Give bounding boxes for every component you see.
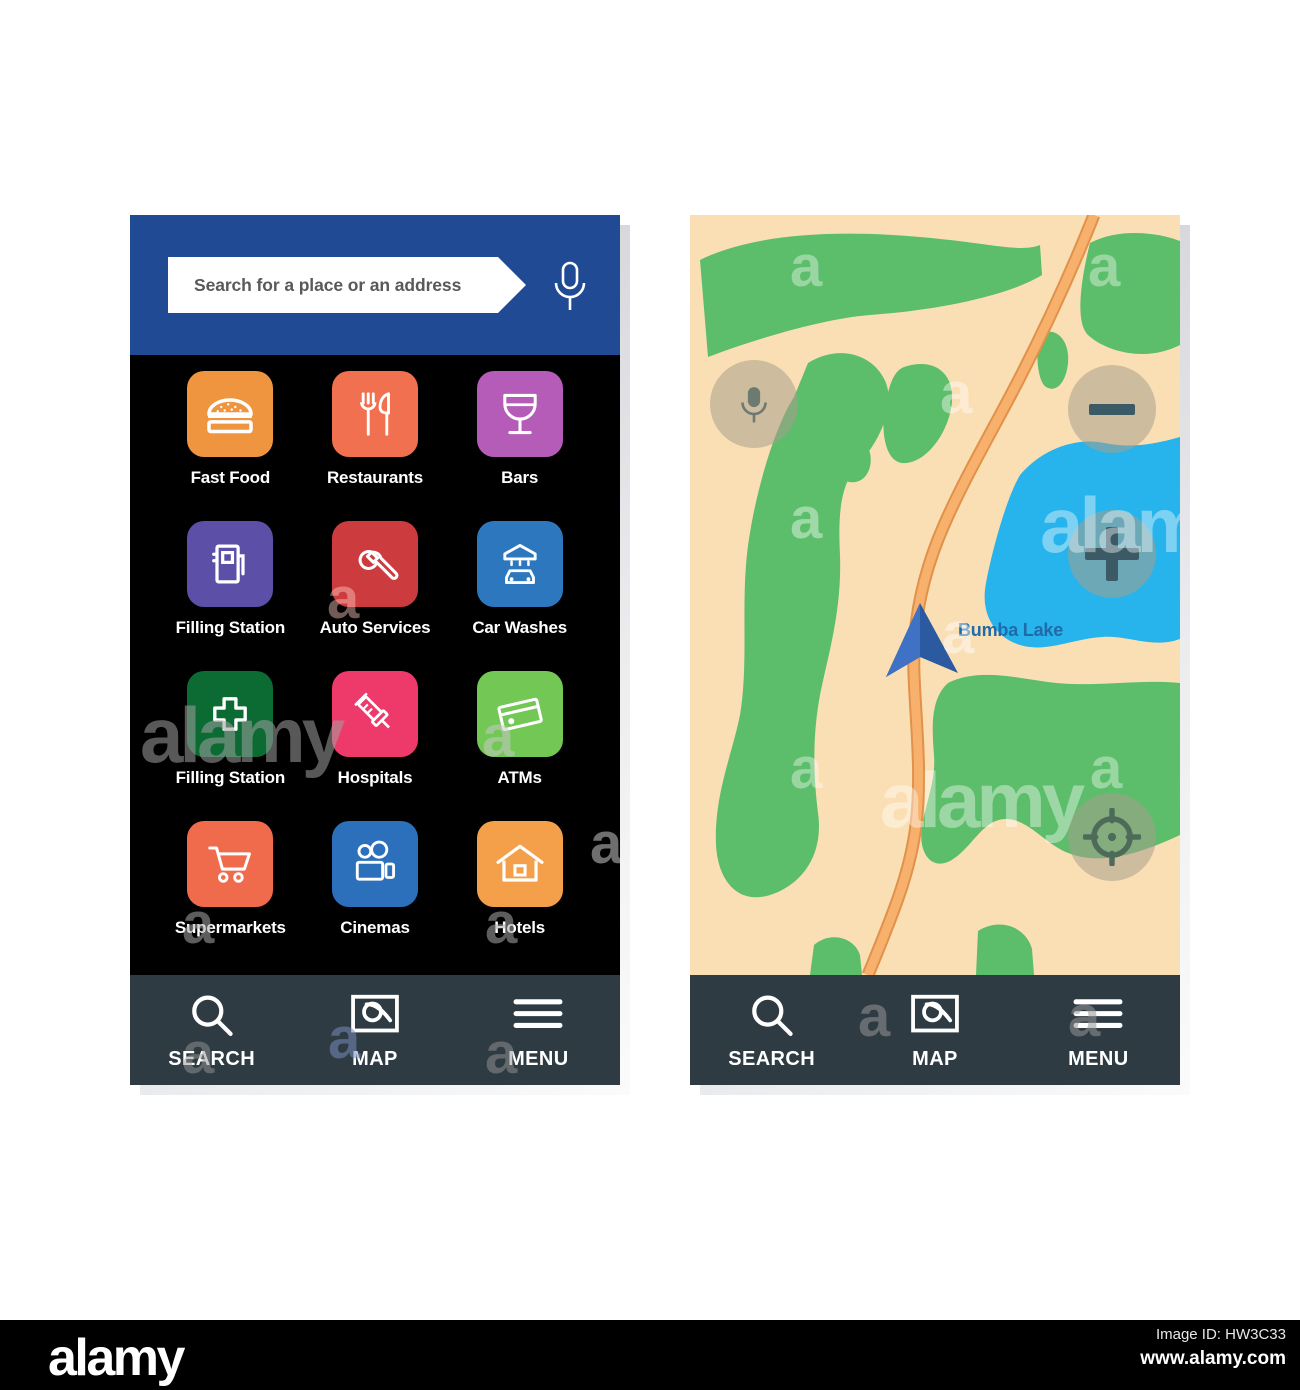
- search-placeholder-text: Search for a place or an address: [194, 274, 462, 295]
- shopping-cart-icon[interactable]: [187, 821, 274, 907]
- magnifier-icon: [751, 994, 793, 1036]
- category-tile-fast-food[interactable]: Fast Food: [158, 371, 303, 521]
- category-label: Restaurants: [326, 468, 424, 487]
- lake-label: Bumba Lake: [958, 620, 1064, 640]
- category-label: Filling Station: [175, 618, 286, 637]
- search-header: Search for a place or an address: [130, 215, 620, 355]
- category-label: Hotels: [494, 918, 546, 937]
- category-label: Supermarkets: [174, 918, 286, 937]
- car-wash-icon[interactable]: [476, 521, 563, 607]
- nav-item-search[interactable]: SEARCH: [690, 975, 853, 1085]
- category-tile-restaurants[interactable]: Restaurants: [303, 371, 448, 521]
- map-globe-icon: [911, 994, 959, 1032]
- film-camera-icon[interactable]: [331, 821, 418, 907]
- category-label: Filling Station: [175, 768, 286, 787]
- category-label: Bars: [501, 468, 539, 487]
- category-label: Car Washes: [472, 618, 568, 637]
- map-canvas[interactable]: Bumba Lake alamy alam a a a a a a a: [690, 215, 1180, 975]
- credit-card-icon[interactable]: [476, 671, 563, 757]
- map-voice-search-button[interactable]: [710, 360, 798, 448]
- microphone-icon[interactable]: [548, 261, 592, 313]
- app-bottom-nav: SEARCH MAP MENU: [130, 975, 620, 1085]
- category-tile-cinemas[interactable]: Cinemas: [303, 821, 448, 971]
- map-zoom-in-button[interactable]: [1068, 510, 1156, 598]
- category-tile-car-washes[interactable]: Car Washes: [447, 521, 592, 671]
- map-zoom-out-button[interactable]: [1068, 365, 1156, 453]
- magnifier-icon: [191, 994, 233, 1036]
- screenshot-root: Search for a place or an address Fast Fo…: [0, 0, 1300, 1390]
- stock-footer-bar: alamy Image ID: HW3C33 www.alamy.com: [0, 1320, 1300, 1390]
- microphone-icon: [741, 387, 767, 423]
- nav-label: SEARCH: [168, 1047, 256, 1070]
- hamburger-menu-icon: [1073, 998, 1123, 1028]
- nav-item-menu[interactable]: MENU: [1017, 975, 1180, 1085]
- map-locate-me-button[interactable]: [1068, 793, 1156, 881]
- category-label: Hospitals: [337, 768, 413, 787]
- nav-label: MENU: [508, 1047, 569, 1070]
- nav-item-map[interactable]: MAP: [853, 975, 1016, 1085]
- nav-item-search[interactable]: SEARCH: [130, 975, 293, 1085]
- alamy-logo: alamy: [48, 1329, 185, 1387]
- category-label: ATMs: [497, 768, 542, 787]
- nav-item-menu[interactable]: MENU: [457, 975, 620, 1085]
- burger-icon[interactable]: [187, 371, 274, 457]
- nav-item-map[interactable]: MAP: [293, 975, 456, 1085]
- search-input[interactable]: Search for a place or an address: [168, 257, 526, 313]
- syringe-icon[interactable]: [331, 671, 418, 757]
- image-id-text: Image ID: HW3C33: [1155, 1326, 1286, 1343]
- house-icon[interactable]: [476, 821, 563, 907]
- fork-knife-icon[interactable]: [331, 371, 418, 457]
- category-tile-bars[interactable]: Bars: [447, 371, 592, 521]
- fuel-pump-icon[interactable]: [187, 521, 274, 607]
- map-bottom-nav: SEARCH MAP MENU: [690, 975, 1180, 1085]
- category-tile-filling-station[interactable]: Filling Station: [158, 521, 303, 671]
- hamburger-menu-icon: [513, 998, 563, 1028]
- right-panel-body: Bumba Lake alamy alam a a a a a a a SEAR…: [690, 215, 1180, 1085]
- left-panel-body: Search for a place or an address Fast Fo…: [130, 215, 620, 1085]
- plus-icon: [1085, 527, 1139, 581]
- category-tile-hospitals[interactable]: Hospitals: [303, 671, 448, 821]
- minus-icon: [1089, 403, 1135, 415]
- category-tile-atms[interactable]: ATMs: [447, 671, 592, 821]
- category-label: Fast Food: [190, 468, 271, 487]
- wine-glass-icon[interactable]: [476, 371, 563, 457]
- category-tile-pharmacy[interactable]: Filling Station: [158, 671, 303, 821]
- map-screen: Bumba Lake alamy alam a a a a a a a SEAR…: [690, 215, 1190, 1095]
- nav-label: SEARCH: [728, 1047, 816, 1070]
- category-label: Auto Services: [319, 618, 431, 637]
- category-grid: Fast Food Restaurants Bars Filling Stati…: [130, 355, 620, 981]
- nav-label: MAP: [352, 1047, 398, 1070]
- map-globe-icon: [351, 994, 399, 1032]
- app-menu-screen: Search for a place or an address Fast Fo…: [130, 215, 630, 1095]
- nav-label: MENU: [1068, 1047, 1129, 1070]
- nav-label: MAP: [912, 1047, 958, 1070]
- wrench-icon[interactable]: [331, 521, 418, 607]
- category-tile-auto-services[interactable]: Auto Services: [303, 521, 448, 671]
- crosshair-target-icon: [1083, 808, 1141, 866]
- medical-cross-icon[interactable]: [187, 671, 274, 757]
- category-tile-supermarkets[interactable]: Supermarkets: [158, 821, 303, 971]
- category-label: Cinemas: [340, 918, 410, 937]
- website-text: www.alamy.com: [1140, 1348, 1286, 1369]
- category-tile-hotels[interactable]: Hotels: [447, 821, 592, 971]
